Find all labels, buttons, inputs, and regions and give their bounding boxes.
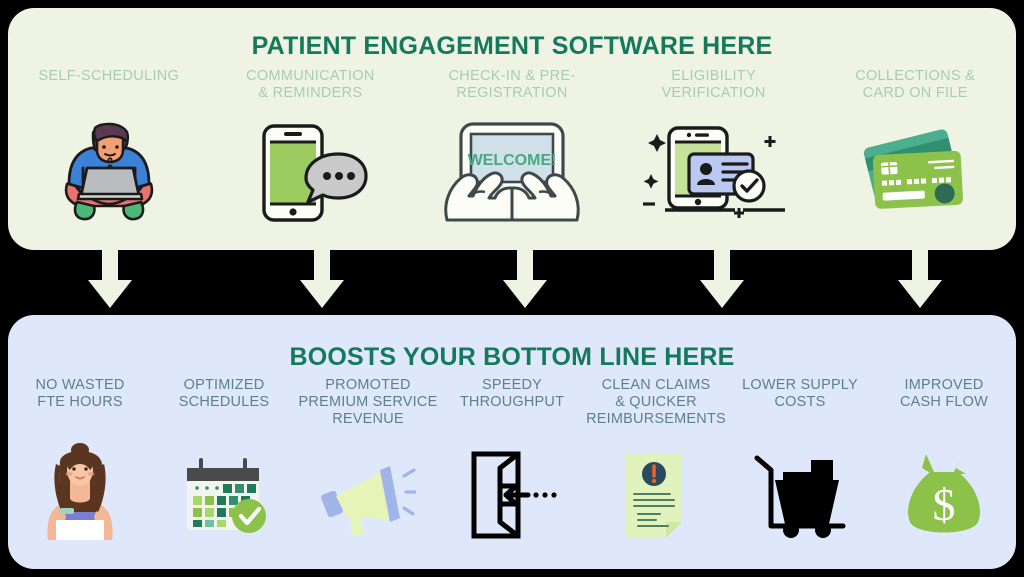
bottom-item-clean-claims-quicker-reimbursements[interactable]: CLEAN CLAIMS & QUICKER REIMBURSEMENTS bbox=[584, 377, 728, 567]
bottom-item-speedy-throughput[interactable]: SPEEDY THROUGHPUT bbox=[440, 377, 584, 567]
calendar-check-icon bbox=[179, 435, 269, 540]
bottom-item-label: LOWER SUPPLY COSTS bbox=[742, 377, 858, 410]
credit-cards-icon bbox=[852, 118, 978, 226]
top-item-checkin-preregistration[interactable]: CHECK-IN & PRE- REGISTRATION WELCOME! bbox=[411, 68, 613, 248]
phone-chat-bubble-icon bbox=[252, 118, 368, 226]
bottom-item-label: IMPROVED CASH FLOW bbox=[900, 377, 988, 410]
down-arrow-icon bbox=[300, 246, 344, 308]
supply-cart-icon bbox=[751, 435, 849, 540]
door-entry-arrow-icon bbox=[466, 435, 558, 540]
patient-engagement-panel: PATIENT ENGAGEMENT SOFTWARE HERE SELF-SC… bbox=[8, 8, 1016, 250]
bottom-item-label: PROMOTED PREMIUM SERVICE REVENUE bbox=[298, 377, 438, 427]
top-item-label: COMMUNICATION & REMINDERS bbox=[246, 68, 375, 101]
megaphone-icon bbox=[320, 435, 416, 540]
bottom-item-label: NO WASTED FTE HOURS bbox=[35, 377, 125, 410]
top-item-label: ELIGIBILITY VERIFICATION bbox=[661, 68, 766, 101]
money-bag-icon: $ bbox=[900, 435, 988, 540]
tablet-welcome-hands-icon: WELCOME! bbox=[439, 118, 585, 226]
bottom-item-label: OPTIMIZED SCHEDULES bbox=[178, 377, 270, 410]
top-item-communication-reminders[interactable]: COMMUNICATION & REMINDERS bbox=[210, 68, 412, 248]
down-arrow-icon bbox=[700, 246, 744, 308]
bottom-line-panel: BOOSTS YOUR BOTTOM LINE HERE NO WASTED F… bbox=[8, 315, 1016, 569]
down-arrow-icon bbox=[88, 246, 132, 308]
bottom-item-label: CLEAN CLAIMS & QUICKER REIMBURSEMENTS bbox=[586, 377, 726, 427]
document-alert-icon bbox=[620, 435, 692, 540]
person-with-laptop-icon bbox=[49, 118, 169, 226]
infographic-canvas: PATIENT ENGAGEMENT SOFTWARE HERE SELF-SC… bbox=[0, 0, 1024, 577]
top-panel-title: PATIENT ENGAGEMENT SOFTWARE HERE bbox=[251, 32, 773, 60]
down-arrow-icon bbox=[503, 246, 547, 308]
bottom-item-lower-supply-costs[interactable]: LOWER SUPPLY COSTS bbox=[728, 377, 872, 567]
bottom-item-label: SPEEDY THROUGHPUT bbox=[459, 377, 565, 410]
top-item-label: SELF-SCHEDULING bbox=[38, 68, 180, 84]
top-item-eligibility-verification[interactable]: ELIGIBILITY VERIFICATION bbox=[613, 68, 815, 248]
bottom-item-optimized-schedules[interactable]: OPTIMIZED SCHEDULES bbox=[152, 377, 296, 567]
top-item-collections-card-on-file[interactable]: COLLECTIONS & CARD ON FILE bbox=[814, 68, 1016, 248]
bottom-benefit-row: NO WASTED FTE HOURS OPTIMIZED SCHEDULES … bbox=[8, 377, 1016, 567]
bottom-item-promoted-premium-service-revenue[interactable]: PROMOTED PREMIUM SERVICE REVENUE bbox=[296, 377, 440, 567]
bottom-panel-title: BOOSTS YOUR BOTTOM LINE HERE bbox=[289, 343, 735, 371]
top-item-label: COLLECTIONS & CARD ON FILE bbox=[855, 68, 976, 101]
down-arrow-icon bbox=[898, 246, 942, 308]
dollar-sign: $ bbox=[933, 479, 956, 530]
top-item-label: CHECK-IN & PRE- REGISTRATION bbox=[448, 68, 576, 101]
top-item-self-scheduling[interactable]: SELF-SCHEDULING bbox=[8, 68, 210, 248]
top-feature-row: SELF-SCHEDULING COMMUNICATION & REMINDER… bbox=[8, 68, 1016, 248]
bottom-item-no-wasted-fte-hours[interactable]: NO WASTED FTE HOURS bbox=[8, 377, 152, 567]
bottom-item-improved-cash-flow[interactable]: IMPROVED CASH FLOW $ bbox=[872, 377, 1016, 567]
woman-with-laptop-icon bbox=[30, 435, 130, 540]
tablet-welcome-text: WELCOME! bbox=[468, 152, 557, 169]
phone-id-card-check-icon bbox=[639, 118, 789, 226]
